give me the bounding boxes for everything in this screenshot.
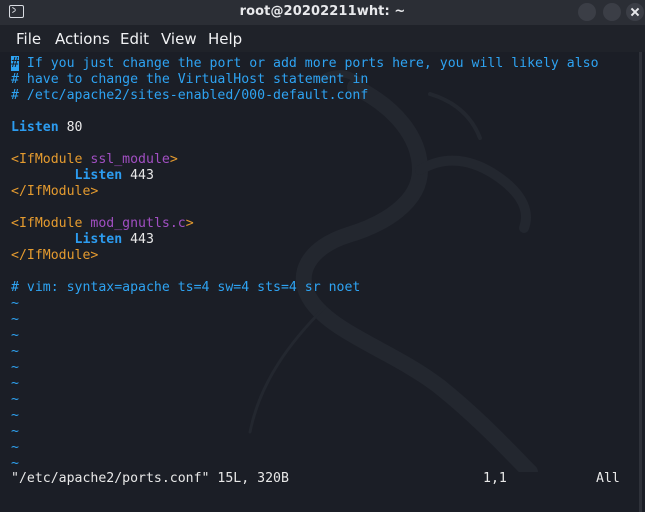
editor-line-11: <IfModule mod_gnutls.c>: [11, 216, 194, 232]
empty-line-tilde: ~: [11, 312, 19, 327]
tag-bracket: >: [185, 216, 194, 231]
close-button[interactable]: [626, 3, 644, 21]
empty-line-tilde: ~: [11, 424, 19, 439]
text-cursor: #: [11, 56, 19, 71]
empty-line-tilde: ~: [11, 328, 19, 343]
directive-value: 443: [122, 168, 154, 183]
editor-line-1: # If you just change the port or add mor…: [11, 56, 599, 72]
tag-open: <IfModule: [11, 152, 83, 167]
status-line: "/etc/apache2/ports.conf" 15L, 320B 1,1 …: [11, 471, 623, 487]
editor-line-5: Listen 80: [11, 120, 82, 136]
menu-edit[interactable]: Edit: [120, 30, 149, 48]
status-cursor-position: 1,1: [483, 471, 507, 486]
menu-actions[interactable]: Actions: [55, 30, 110, 48]
status-file-info: "/etc/apache2/ports.conf" 15L, 320B: [11, 471, 289, 486]
menu-help[interactable]: Help: [208, 30, 242, 48]
empty-line-tilde: ~: [11, 456, 19, 471]
editor-line-7: <IfModule ssl_module>: [11, 152, 178, 168]
editor-line-9: </IfModule>: [11, 184, 99, 199]
menu-bar: File Actions Edit View Help: [0, 25, 645, 52]
empty-line-tilde: ~: [11, 376, 19, 391]
module-name: mod_gnutls.c: [90, 216, 186, 231]
menu-view[interactable]: View: [161, 30, 197, 48]
empty-line-tilde: ~: [11, 392, 19, 407]
maximize-button[interactable]: [603, 3, 621, 21]
tag-bracket: >: [169, 152, 178, 167]
directive-keyword: Listen: [11, 120, 59, 135]
directive-value: 80: [58, 120, 83, 135]
window-title: root@20202211wht: ~: [239, 4, 406, 19]
comment-text: If you just change the port or add more …: [18, 56, 599, 71]
empty-line-tilde: ~: [11, 296, 19, 311]
directive-keyword: Listen: [74, 232, 123, 247]
editor-line-15: # vim: syntax=apache ts=4 sw=4 sts=4 sr …: [11, 280, 361, 295]
menu-file[interactable]: File: [16, 30, 41, 48]
directive-value: 443: [122, 232, 154, 247]
editor-line-13: </IfModule>: [11, 248, 99, 263]
editor-line-12: Listen 443: [11, 232, 154, 248]
empty-line-tilde: ~: [11, 440, 19, 455]
minimize-button[interactable]: [578, 3, 596, 21]
editor-line-8: Listen 443: [11, 168, 154, 184]
module-name: ssl_module: [90, 152, 170, 167]
editor-line-2: # have to change the VirtualHost stateme…: [11, 72, 369, 87]
directive-keyword: Listen: [74, 168, 123, 183]
editor-line-3: # /etc/apache2/sites-enabled/000-default…: [11, 88, 369, 103]
empty-line-tilde: ~: [11, 408, 19, 423]
status-scroll-position: All: [596, 471, 620, 486]
tag-open: <IfModule: [11, 216, 83, 231]
empty-line-tilde: ~: [11, 360, 19, 375]
scrollbar[interactable]: [639, 52, 642, 512]
title-bar: root@20202211wht: ~: [0, 0, 645, 25]
empty-line-tilde: ~: [11, 344, 19, 359]
terminal-window: root@20202211wht: ~ File Actions Edit Vi…: [0, 0, 645, 512]
